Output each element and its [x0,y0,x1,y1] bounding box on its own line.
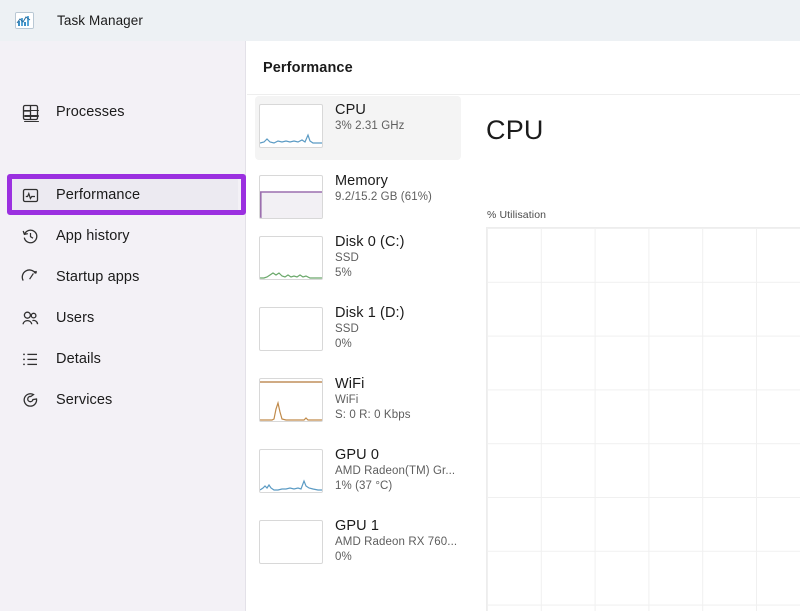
sidebar-item-label: Details [56,351,102,367]
resource-item-wifi[interactable]: WiFi WiFi S: 0 R: 0 Kbps [255,370,461,434]
list-details-icon [14,352,46,367]
resource-line1: AMD Radeon(TM) Gr... [335,465,456,477]
resource-list[interactable]: CPU 3% 2.31 GHz Memory 9.2/15.2 GB (61%)… [247,96,461,611]
navigation-sidebar: Processes Performance App history Startu… [0,41,246,611]
resource-line1: WiFi [335,394,359,406]
resource-text: Memory 9.2/15.2 GB (61%) [335,172,432,205]
resource-item-disk1[interactable]: Disk 1 (D:) SSD 0% [255,299,461,363]
resource-title: Memory [335,173,388,189]
resource-line1: SSD [335,323,359,335]
sidebar-item-label: Performance [56,187,141,203]
resource-title: CPU [335,102,366,118]
wifi-sparkline-thumbnail [259,378,323,422]
graph-axis-label: % Utilisation [487,209,547,221]
resource-line2: 0% [335,338,352,350]
resource-text: CPU 3% 2.31 GHz [335,101,405,134]
sidebar-item-performance[interactable]: Performance [8,177,238,213]
resource-line1: 9.2/15.2 GB (61%) [335,191,432,203]
resource-text: GPU 1 AMD Radeon RX 760... 0% [335,517,457,565]
sidebar-item-processes[interactable]: Processes [8,94,238,130]
resource-line2: 1% (37 °C) [335,480,393,492]
resource-item-cpu[interactable]: CPU 3% 2.31 GHz [255,96,461,160]
cpu-utilisation-chart [486,227,800,611]
resource-title: Disk 1 (D:) [335,305,405,321]
disk0-sparkline-thumbnail [259,236,323,280]
sidebar-item-services[interactable]: Services [8,382,238,418]
performance-pulse-icon [14,187,46,204]
services-gear-icon [14,392,46,409]
users-people-icon [14,310,46,327]
disk1-sparkline-thumbnail [259,307,323,351]
clock-history-icon [14,228,46,245]
resource-item-memory[interactable]: Memory 9.2/15.2 GB (61%) [255,167,461,231]
gpu1-sparkline-thumbnail [259,520,323,564]
resource-item-gpu0[interactable]: GPU 0 AMD Radeon(TM) Gr... 1% (37 °C) [255,441,461,505]
resource-title: Disk 0 (C:) [335,234,405,250]
resource-line2: S: 0 R: 0 Kbps [335,409,411,421]
window-title: Task Manager [57,13,143,28]
resource-text: Disk 0 (C:) SSD 5% [335,233,405,281]
resource-line2: 5% [335,267,352,279]
sidebar-item-users[interactable]: Users [8,300,238,336]
resource-title: WiFi [335,376,365,392]
gpu0-sparkline-thumbnail [259,449,323,493]
task-manager-window: Task Manager Processes Performance App h… [0,0,800,611]
resource-text: Disk 1 (D:) SSD 0% [335,304,405,352]
cpu-graph-panel: CPU % Utilisation [475,96,800,611]
resource-title: GPU 1 [335,518,380,534]
sidebar-item-app-history[interactable]: App history [8,218,238,254]
gauge-speed-icon [14,268,46,286]
content-header: Performance [247,41,800,95]
title-bar: Task Manager [0,0,800,41]
sidebar-item-label: Services [56,392,113,408]
processes-grid-icon [14,104,46,121]
sidebar-item-label: Startup apps [56,269,140,285]
graph-title: CPU [486,115,544,145]
sidebar-item-label: Processes [56,104,125,120]
resource-line1: AMD Radeon RX 760... [335,536,458,548]
resource-item-gpu1[interactable]: GPU 1 AMD Radeon RX 760... 0% [255,512,461,576]
resource-text: WiFi WiFi S: 0 R: 0 Kbps [335,375,411,423]
sidebar-item-startup-apps[interactable]: Startup apps [8,259,238,295]
resource-item-disk0[interactable]: Disk 0 (C:) SSD 5% [255,228,461,292]
sidebar-item-label: Users [56,310,95,326]
sidebar-item-details[interactable]: Details [8,341,238,377]
memory-usage-thumbnail [259,175,323,219]
resource-text: GPU 0 AMD Radeon(TM) Gr... 1% (37 °C) [335,446,455,494]
resource-line1: SSD [335,252,359,264]
page-title: Performance [263,60,353,76]
sidebar-item-label: App history [56,228,130,244]
cpu-sparkline-thumbnail [259,104,323,148]
resource-title: GPU 0 [335,447,380,463]
content-area: Performance CPU 3% 2.31 GHz Memory 9.2/1… [247,41,800,611]
resource-line2: 0% [335,551,352,563]
task-manager-chart-icon [15,12,34,29]
resource-line1: 3% 2.31 GHz [335,120,405,132]
